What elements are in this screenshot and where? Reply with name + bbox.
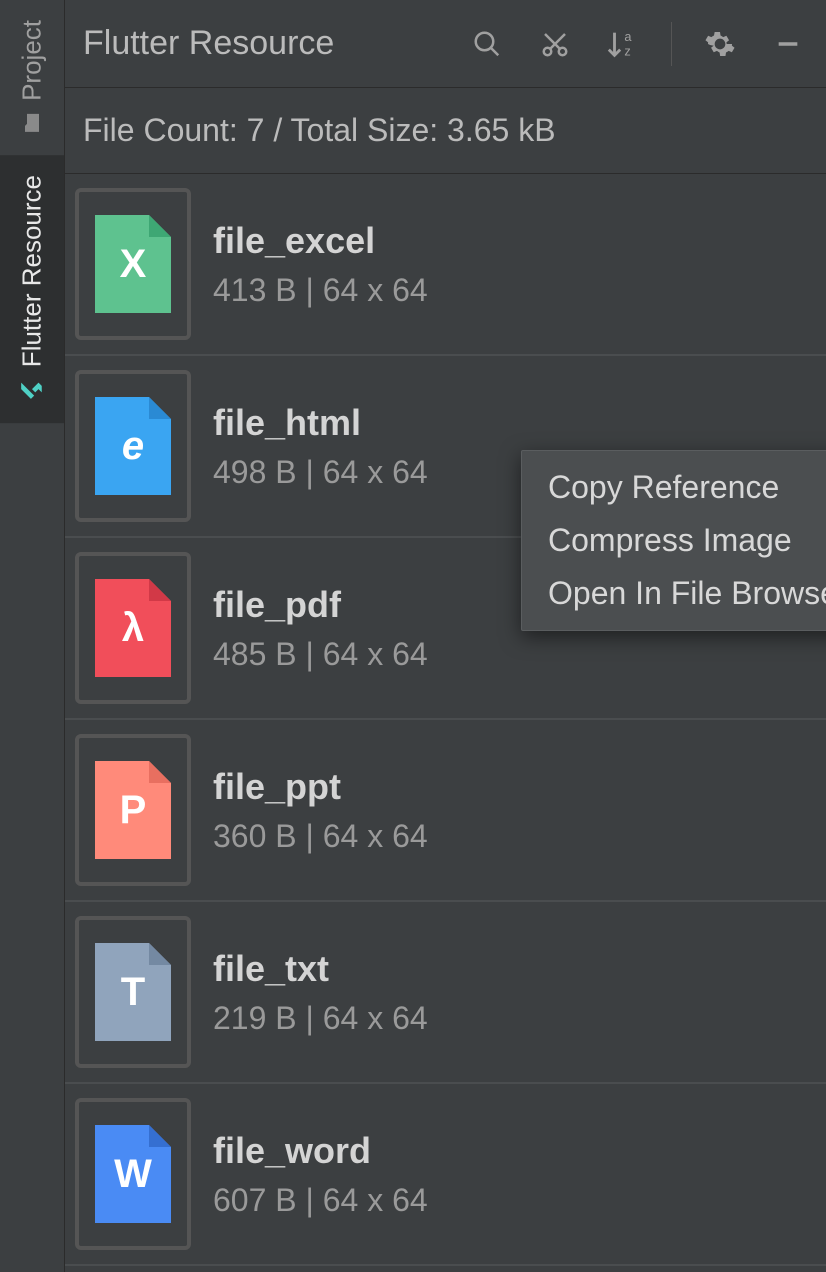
file-type-letter: e [122, 424, 144, 469]
file-name: file_ppt [213, 766, 816, 808]
toolbar-separator [671, 22, 672, 66]
file-list: Xfile_excel413 B | 64 x 64efile_html498 … [65, 174, 826, 1272]
panel-title: Flutter Resource [83, 24, 457, 63]
file-thumbnail: λ [75, 552, 191, 704]
file-name: file_txt [213, 948, 816, 990]
file-info: file_ppt 360 B | 64 x 64 [213, 766, 816, 855]
sidebar-tab-project[interactable]: Project [0, 0, 64, 155]
file-row[interactable]: Wfile_word 607 B | 64 x 64 [65, 1084, 826, 1266]
flutter-icon [19, 377, 45, 403]
file-info: file_word 607 B | 64 x 64 [213, 1130, 816, 1219]
file-type-icon: X [95, 215, 171, 313]
svg-text:a: a [624, 29, 632, 44]
file-meta: 219 B | 64 x 64 [213, 1000, 816, 1037]
file-meta: 485 B | 64 x 64 [213, 636, 816, 673]
file-name: file_html [213, 402, 816, 444]
file-type-letter: T [121, 970, 145, 1015]
file-meta: 413 B | 64 x 64 [213, 272, 816, 309]
sidebar-tab-flutter-resource[interactable]: Flutter Resource [0, 155, 64, 423]
file-type-icon: T [95, 943, 171, 1041]
sidebar-tab-label: Flutter Resource [17, 175, 48, 367]
file-meta: 607 B | 64 x 64 [213, 1182, 816, 1219]
gear-icon[interactable] [700, 24, 740, 64]
file-type-icon: W [95, 1125, 171, 1223]
file-name: file_excel [213, 220, 816, 262]
svg-text:z: z [624, 43, 630, 58]
file-row[interactable]: Xfile_excel 413 B | 64 x 64 [65, 174, 826, 356]
file-type-letter: λ [122, 606, 144, 651]
file-type-letter: X [120, 242, 147, 287]
file-type-icon: e [95, 397, 171, 495]
sort-az-icon[interactable]: az [603, 24, 643, 64]
file-type-letter: W [114, 1152, 152, 1197]
ctx-compress-image[interactable]: Compress Image [522, 514, 826, 567]
file-type-icon: λ [95, 579, 171, 677]
file-thumbnail: P [75, 734, 191, 886]
ctx-copy-reference[interactable]: Copy Reference [522, 461, 826, 514]
file-thumbnail: W [75, 1098, 191, 1250]
file-name: file_word [213, 1130, 816, 1172]
side-tabs: Project Flutter Resource [0, 0, 65, 1272]
cut-icon[interactable] [535, 24, 575, 64]
minimize-icon[interactable] [768, 24, 808, 64]
file-thumbnail: X [75, 188, 191, 340]
file-info: file_excel 413 B | 64 x 64 [213, 220, 816, 309]
toolbar-actions: az [467, 22, 808, 66]
search-icon[interactable] [467, 24, 507, 64]
file-row[interactable]: Pfile_ppt 360 B | 64 x 64 [65, 720, 826, 902]
toolbar: Flutter Resource az [65, 0, 826, 88]
file-row[interactable]: Tfile_txt 219 B | 64 x 64 [65, 902, 826, 1084]
sidebar-tab-label: Project [17, 20, 48, 101]
file-type-icon: P [95, 761, 171, 859]
file-meta: 360 B | 64 x 64 [213, 818, 816, 855]
context-menu: Copy Reference Compress Image Open In Fi… [521, 450, 826, 631]
file-info: file_txt 219 B | 64 x 64 [213, 948, 816, 1037]
folder-icon [20, 111, 44, 135]
main-panel: Flutter Resource az File Count: 7 / Tota… [65, 0, 826, 1272]
file-type-letter: P [120, 788, 147, 833]
file-thumbnail: T [75, 916, 191, 1068]
ctx-open-in-file-browser[interactable]: Open In File Browser [522, 567, 826, 620]
status-text: File Count: 7 / Total Size: 3.65 kB [65, 88, 826, 174]
file-thumbnail: e [75, 370, 191, 522]
